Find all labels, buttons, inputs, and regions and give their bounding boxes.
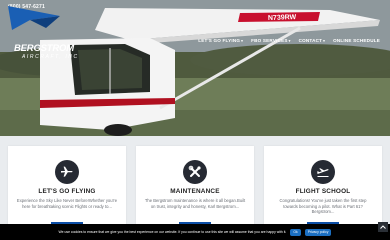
card-title: MAINTENANCE [170, 188, 220, 195]
chevron-up-icon [380, 225, 386, 229]
logo-subtitle: AIRCRAFT, INC [22, 54, 79, 60]
nav-item-contact[interactable]: CONTACT ▾ [299, 38, 325, 43]
cookie-banner: We use cookies to ensure that we give yo… [0, 224, 390, 240]
scroll-to-top-button[interactable] [378, 222, 388, 232]
logo-icon[interactable] [0, 0, 74, 44]
tail-number: N739RW [268, 14, 297, 22]
card-title: FLIGHT SCHOOL [295, 188, 351, 195]
cookie-ok-button[interactable]: Ok [290, 228, 301, 236]
nav-item-online-schedule[interactable]: ONLINE SCHEDULE [333, 38, 380, 43]
nav-item-lets-go-flying[interactable]: LET'S GO FLYING ▾ [198, 38, 243, 43]
hero-banner: N739RW (800) 547-6271 BERGSTROM AIRCRAFT… [0, 0, 390, 136]
privacy-policy-button[interactable]: Privacy policy [304, 228, 332, 236]
nav-item-label: CONTACT [298, 38, 323, 43]
card-text: The Bergstrom maintenance is where it al… [144, 198, 246, 209]
nav-item-label: FBO SERVICES [251, 38, 288, 43]
nav-item-label: ONLINE SCHEDULE [333, 38, 380, 43]
airplane-icon [55, 160, 79, 184]
logo-text: BERGSTROM [14, 43, 74, 54]
chevron-down-icon: ▾ [288, 38, 291, 43]
chevron-down-icon: ▾ [241, 38, 244, 43]
nav-item-fbo-services[interactable]: FBO SERVICES ▾ [251, 38, 291, 43]
card-text: Congratulations! You've just taken the f… [279, 198, 367, 215]
takeoff-icon [311, 160, 335, 184]
main-nav: LET'S GO FLYING ▾ FBO SERVICES ▾ CONTACT… [198, 38, 380, 43]
nav-item-label: LET'S GO FLYING [198, 38, 241, 43]
card-title: LET'S GO FLYING [38, 188, 96, 195]
chevron-down-icon: ▾ [323, 38, 326, 43]
tools-icon [183, 160, 207, 184]
card-text: Experience the Sky Like Never Before!Whe… [16, 198, 118, 209]
cookie-message: We use cookies to ensure that we give yo… [58, 230, 287, 234]
